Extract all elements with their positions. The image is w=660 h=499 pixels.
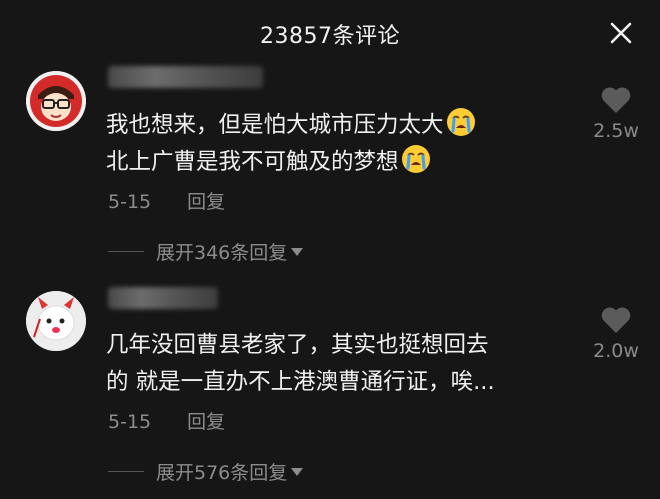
comment-date: 5-15 <box>108 411 152 433</box>
comment-date: 5-15 <box>108 191 152 213</box>
like-button[interactable]: 2.0w <box>586 306 646 362</box>
expand-replies-label[interactable]: 展开576条回复 <box>156 458 287 485</box>
comment-text: 我也想来，但是怕大城市压力太大 北上广曹是我不可触及的梦想 <box>106 107 476 181</box>
expand-replies-label[interactable]: 展开346条回复 <box>156 238 287 265</box>
close-icon[interactable] <box>608 20 634 46</box>
username-blurred[interactable] <box>108 66 263 88</box>
reply-button[interactable]: 回复 <box>187 191 225 213</box>
comment-meta: 5-15 回复 <box>108 407 225 434</box>
avatar[interactable] <box>26 71 86 131</box>
comment-text-line1: 我也想来，但是怕大城市压力太大 <box>106 112 444 138</box>
divider-line <box>108 251 144 252</box>
expand-replies-button[interactable]: 展开346条回复 <box>108 238 304 265</box>
username-blurred[interactable] <box>108 287 218 309</box>
heart-icon[interactable] <box>600 86 632 114</box>
comment-text: 几年没回曹县老家了，其实也挺想回去 的 就是一直办不上港澳曹通行证，唉... <box>106 327 495 401</box>
crying-face-emoji-icon <box>446 107 476 137</box>
crying-face-emoji-icon <box>401 144 431 174</box>
caret-down-icon <box>291 247 304 256</box>
heart-icon[interactable] <box>600 306 632 334</box>
avatar[interactable] <box>26 291 86 351</box>
expand-replies-button[interactable]: 展开576条回复 <box>108 458 304 485</box>
reply-button[interactable]: 回复 <box>187 411 225 433</box>
comment-count-title: 23857条评论 <box>260 24 400 49</box>
divider-line <box>108 471 144 472</box>
comment-text-line2: 北上广曹是我不可触及的梦想 <box>106 149 399 175</box>
comment-text-line2: 的 就是一直办不上港澳曹通行证，唉... <box>106 369 495 395</box>
comment-meta: 5-15 回复 <box>108 187 225 214</box>
avatar-cartoon-icon <box>26 71 86 131</box>
close-button[interactable] <box>608 20 634 46</box>
like-count: 2.5w <box>593 120 639 142</box>
comments-header: 23857条评论 <box>0 0 660 66</box>
like-count: 2.0w <box>593 340 639 362</box>
comment-text-line1: 几年没回曹县老家了，其实也挺想回去 <box>106 332 489 358</box>
like-button[interactable]: 2.5w <box>586 86 646 142</box>
caret-down-icon <box>291 467 304 476</box>
avatar-devil-icon <box>26 291 86 351</box>
